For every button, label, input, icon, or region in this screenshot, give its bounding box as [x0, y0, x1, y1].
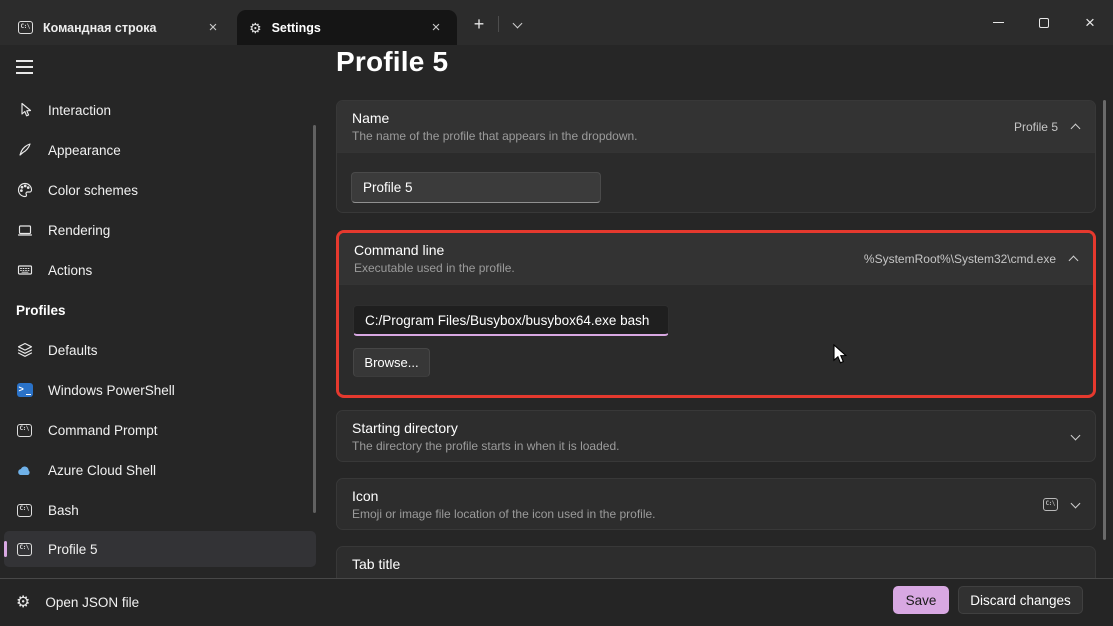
- setting-title: Tab title: [352, 556, 1079, 572]
- keyboard-icon: [16, 262, 33, 278]
- sidebar-item-actions[interactable]: Actions: [0, 250, 320, 290]
- cmd-window-icon: C:\: [16, 424, 33, 437]
- sidebar-item-label: Azure Cloud Shell: [48, 463, 156, 478]
- command-line-card: Command line Executable used in the prof…: [336, 230, 1096, 398]
- chevron-up-icon: [1071, 123, 1081, 133]
- close-icon[interactable]: ×: [427, 19, 445, 37]
- settings-sidebar: Interaction Appearance Color schemes Ren…: [0, 45, 330, 578]
- setting-description: The name of the profile that appears in …: [352, 129, 1079, 143]
- name-expander-content: [337, 152, 1095, 213]
- command-line-input[interactable]: [353, 305, 669, 336]
- tab-title-card: Tab title: [336, 546, 1096, 579]
- chevron-down-icon: [1071, 498, 1081, 508]
- close-window-button[interactable]: ×: [1067, 0, 1113, 45]
- setting-description: Emoji or image file location of the icon…: [352, 507, 1079, 521]
- discard-changes-button[interactable]: Discard changes: [958, 586, 1083, 614]
- open-json-file-button[interactable]: ⚙ Open JSON file: [16, 579, 139, 626]
- name-input[interactable]: [351, 172, 601, 203]
- cloud-icon: [16, 464, 33, 477]
- tab-label: Settings: [272, 21, 417, 35]
- sidebar-item-command-prompt[interactable]: C:\ Command Prompt: [0, 410, 320, 450]
- close-icon[interactable]: ×: [204, 19, 222, 37]
- tabbar-separator: [498, 16, 499, 32]
- sidebar-item-label: Defaults: [48, 343, 98, 358]
- mouse-cursor: [833, 344, 849, 369]
- chevron-down-icon: [512, 19, 522, 29]
- setting-title: Icon: [352, 488, 1079, 504]
- sidebar-item-interaction[interactable]: Interaction: [0, 90, 320, 130]
- name-card: Name The name of the profile that appear…: [336, 100, 1096, 213]
- sidebar-item-windows-powershell[interactable]: > Windows PowerShell: [0, 370, 320, 410]
- icon-expander-header[interactable]: Icon Emoji or image file location of the…: [337, 479, 1095, 530]
- setting-description: The directory the profile starts in when…: [352, 439, 1079, 453]
- window-controls: ×: [975, 0, 1113, 45]
- sidebar-scrollbar[interactable]: [313, 125, 316, 513]
- sidebar-item-defaults[interactable]: Defaults: [0, 330, 320, 370]
- tab-command-prompt[interactable]: C:\ Командная строка ×: [6, 10, 234, 45]
- sidebar-item-label: Appearance: [48, 143, 121, 158]
- open-json-file-label: Open JSON file: [45, 595, 139, 610]
- minimize-icon: [993, 22, 1004, 23]
- sidebar-item-label: Bash: [48, 503, 79, 518]
- name-expander-header[interactable]: Name The name of the profile that appear…: [337, 101, 1095, 152]
- sidebar-item-label: Color schemes: [48, 183, 138, 198]
- tab-label: Командная строка: [43, 21, 194, 35]
- starting-directory-card: Starting directory The directory the pro…: [336, 410, 1096, 462]
- layers-icon: [16, 342, 33, 358]
- profiles-section-header: Profiles: [16, 290, 216, 330]
- gear-icon: ⚙: [249, 21, 262, 35]
- tab-title-expander-header[interactable]: Tab title: [337, 547, 1095, 579]
- monitor-icon: [16, 222, 33, 238]
- save-button[interactable]: Save: [893, 586, 949, 614]
- palette-icon: [16, 182, 33, 198]
- cursor-icon: [16, 102, 33, 118]
- footer-bar: ⚙ Open JSON file Save Discard changes: [0, 578, 1113, 626]
- sidebar-item-label: Command Prompt: [48, 423, 158, 438]
- command-line-expander-header[interactable]: Command line Executable used in the prof…: [339, 233, 1093, 284]
- browse-button[interactable]: Browse...: [353, 348, 430, 377]
- tab-dropdown-button[interactable]: [505, 14, 529, 36]
- sidebar-item-bash[interactable]: C:\ Bash: [0, 490, 320, 530]
- sidebar-item-appearance[interactable]: Appearance: [0, 130, 320, 170]
- chevron-up-icon: [1069, 255, 1079, 265]
- maximize-icon: [1039, 18, 1049, 28]
- close-icon: ×: [1085, 13, 1095, 33]
- tab-settings[interactable]: ⚙ Settings ×: [237, 10, 457, 45]
- command-line-expander-content: Browse...: [339, 284, 1093, 394]
- profile-mini-icon: C:\: [1043, 498, 1058, 511]
- sidebar-item-azure-cloud-shell[interactable]: Azure Cloud Shell: [0, 450, 320, 490]
- sidebar-item-label: Rendering: [48, 223, 110, 238]
- minimize-button[interactable]: [975, 0, 1021, 45]
- sidebar-item-label: Profile 5: [48, 542, 98, 557]
- sidebar-item-profile-5[interactable]: C:\ Profile 5: [4, 531, 316, 567]
- sidebar-item-label: Windows PowerShell: [48, 383, 175, 398]
- powershell-icon: >: [16, 383, 33, 397]
- page-title: Profile 5: [336, 46, 448, 78]
- maximize-button[interactable]: [1021, 0, 1067, 45]
- starting-directory-expander-header[interactable]: Starting directory The directory the pro…: [337, 411, 1095, 462]
- new-tab-button[interactable]: +: [466, 12, 492, 38]
- main-scrollbar[interactable]: [1103, 100, 1106, 540]
- cmd-window-icon: C:\: [16, 543, 33, 556]
- hamburger-menu-button[interactable]: [10, 53, 46, 83]
- icon-card: Icon Emoji or image file location of the…: [336, 478, 1096, 530]
- sidebar-item-label: Actions: [48, 263, 92, 278]
- sidebar-item-label: Interaction: [48, 103, 111, 118]
- pen-icon: [16, 142, 33, 158]
- setting-current-value: %SystemRoot%\System32\cmd.exe: [864, 252, 1056, 266]
- selection-indicator: [4, 541, 7, 557]
- terminal-window-icon: C:\: [16, 504, 33, 517]
- setting-current-value: Profile 5: [1014, 120, 1058, 134]
- cmd-window-icon: C:\: [18, 21, 33, 34]
- chevron-down-icon: [1071, 430, 1081, 440]
- sidebar-item-rendering[interactable]: Rendering: [0, 210, 320, 250]
- titlebar: C:\ Командная строка × ⚙ Settings × + ×: [0, 0, 1113, 45]
- setting-title: Starting directory: [352, 420, 1079, 436]
- gear-icon: ⚙: [16, 595, 30, 611]
- setting-title: Name: [352, 110, 1079, 126]
- sidebar-item-color-schemes[interactable]: Color schemes: [0, 170, 320, 210]
